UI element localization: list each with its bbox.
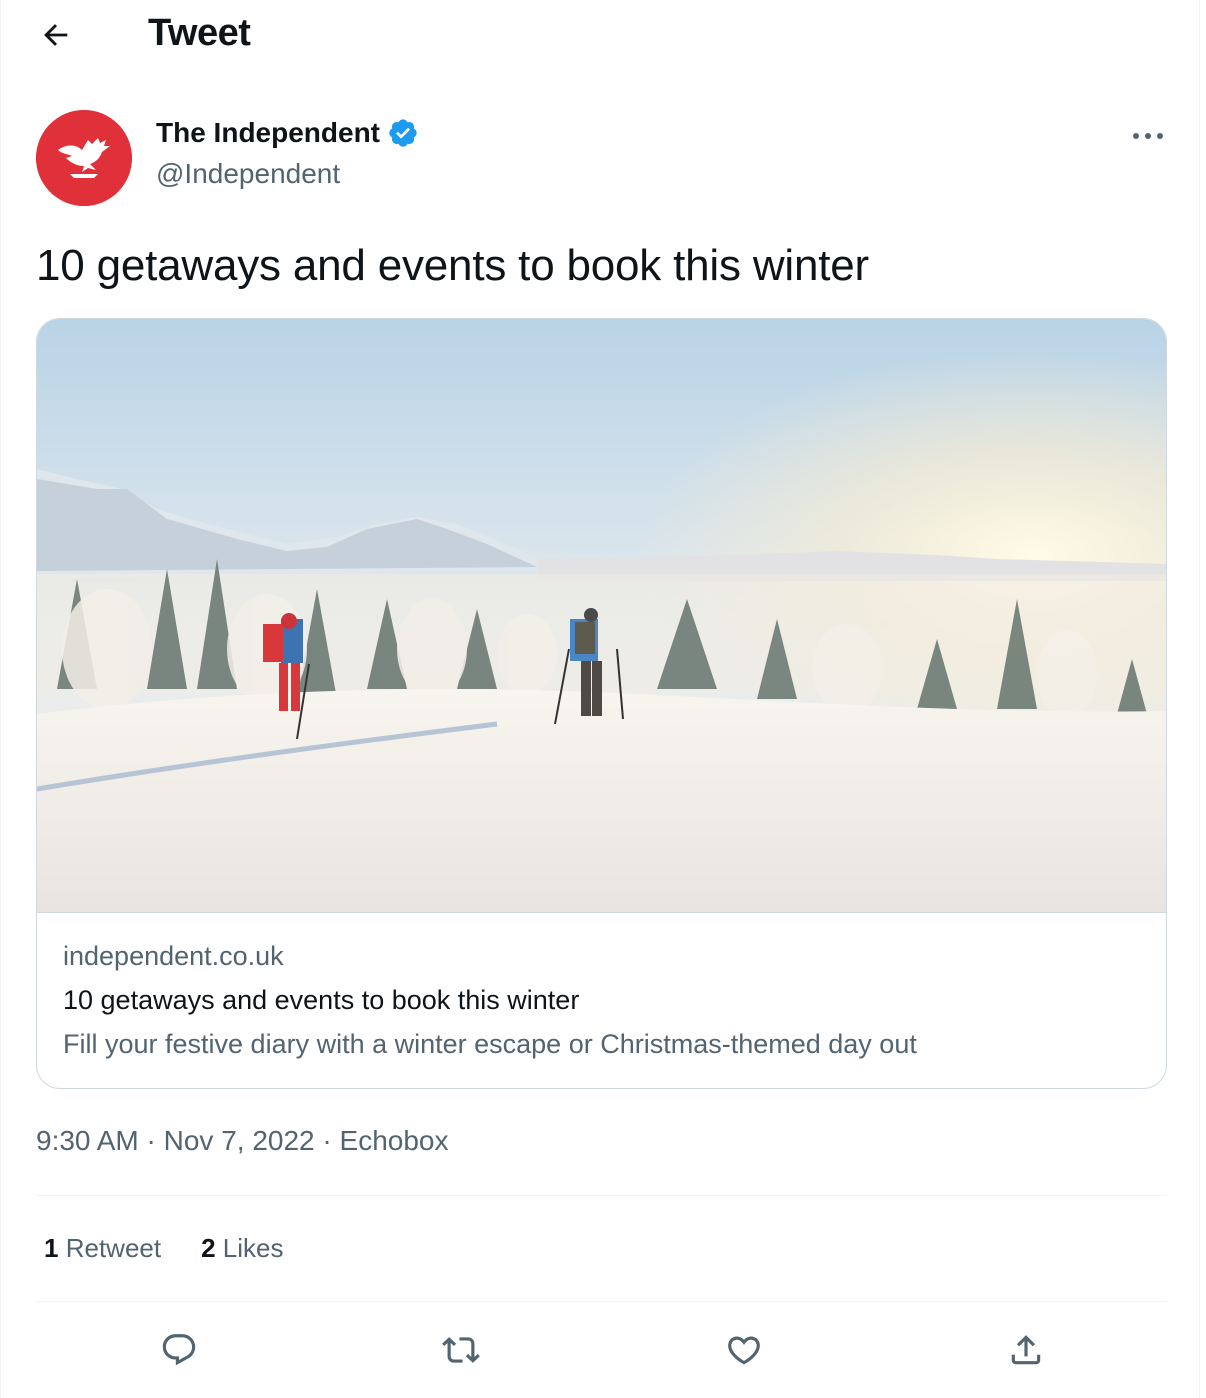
author-handle[interactable]: @Independent (156, 158, 340, 190)
likes-label: Likes (222, 1233, 284, 1263)
link-card[interactable]: independent.co.uk 10 getaways and events… (36, 318, 1167, 1089)
page-title: Tweet (148, 12, 251, 54)
likes-stat[interactable]: 2 Likes (201, 1233, 283, 1264)
retweets-count: 1 (44, 1233, 59, 1263)
retweets-label: Retweet (65, 1233, 162, 1263)
card-title: 10 getaways and events to book this wint… (63, 985, 580, 1015)
top-bar: Tweet (1, 0, 1201, 70)
tweet-meta: 9:30 AM · Nov 7, 2022 · Echobox (36, 1125, 448, 1157)
card-domain: independent.co.uk (63, 941, 284, 971)
tweet-text: 10 getaways and events to book this wint… (36, 241, 869, 290)
reply-button[interactable] (149, 1320, 209, 1380)
card-description: Fill your festive diary with a winter es… (63, 1029, 917, 1059)
card-image (37, 319, 1166, 913)
divider (36, 1195, 1167, 1196)
more-options-icon (1133, 133, 1163, 139)
retweet-button[interactable] (431, 1320, 491, 1380)
eagle-logo-icon (36, 110, 132, 206)
meta-separator: · (314, 1125, 340, 1156)
back-button[interactable] (31, 12, 81, 58)
likes-count: 2 (201, 1233, 216, 1263)
verified-badge-icon (387, 117, 419, 149)
share-button[interactable] (996, 1320, 1056, 1380)
action-bar (1, 1320, 1201, 1380)
author-name[interactable]: The Independent (156, 117, 419, 149)
more-options-button[interactable] (1123, 118, 1173, 154)
share-icon (1011, 1335, 1041, 1365)
tweet-source[interactable]: Echobox (340, 1125, 449, 1157)
tweet-detail-panel: Tweet The Independent @Independent 10 ge… (0, 0, 1200, 1398)
avatar[interactable] (36, 110, 132, 206)
engagement-stats: 1 Retweet 2 Likes (44, 1233, 284, 1264)
like-button[interactable] (714, 1320, 774, 1380)
reply-icon (162, 1334, 196, 1366)
retweet-icon (442, 1337, 480, 1363)
meta-separator: · (138, 1125, 164, 1156)
retweets-stat[interactable]: 1 Retweet (44, 1233, 161, 1264)
like-icon (728, 1336, 760, 1365)
tweet-date[interactable]: Nov 7, 2022 (164, 1125, 315, 1157)
author-name-text: The Independent (156, 117, 380, 148)
divider (36, 1301, 1167, 1302)
tweet-time[interactable]: 9:30 AM (36, 1125, 139, 1157)
back-arrow-icon (44, 24, 68, 46)
